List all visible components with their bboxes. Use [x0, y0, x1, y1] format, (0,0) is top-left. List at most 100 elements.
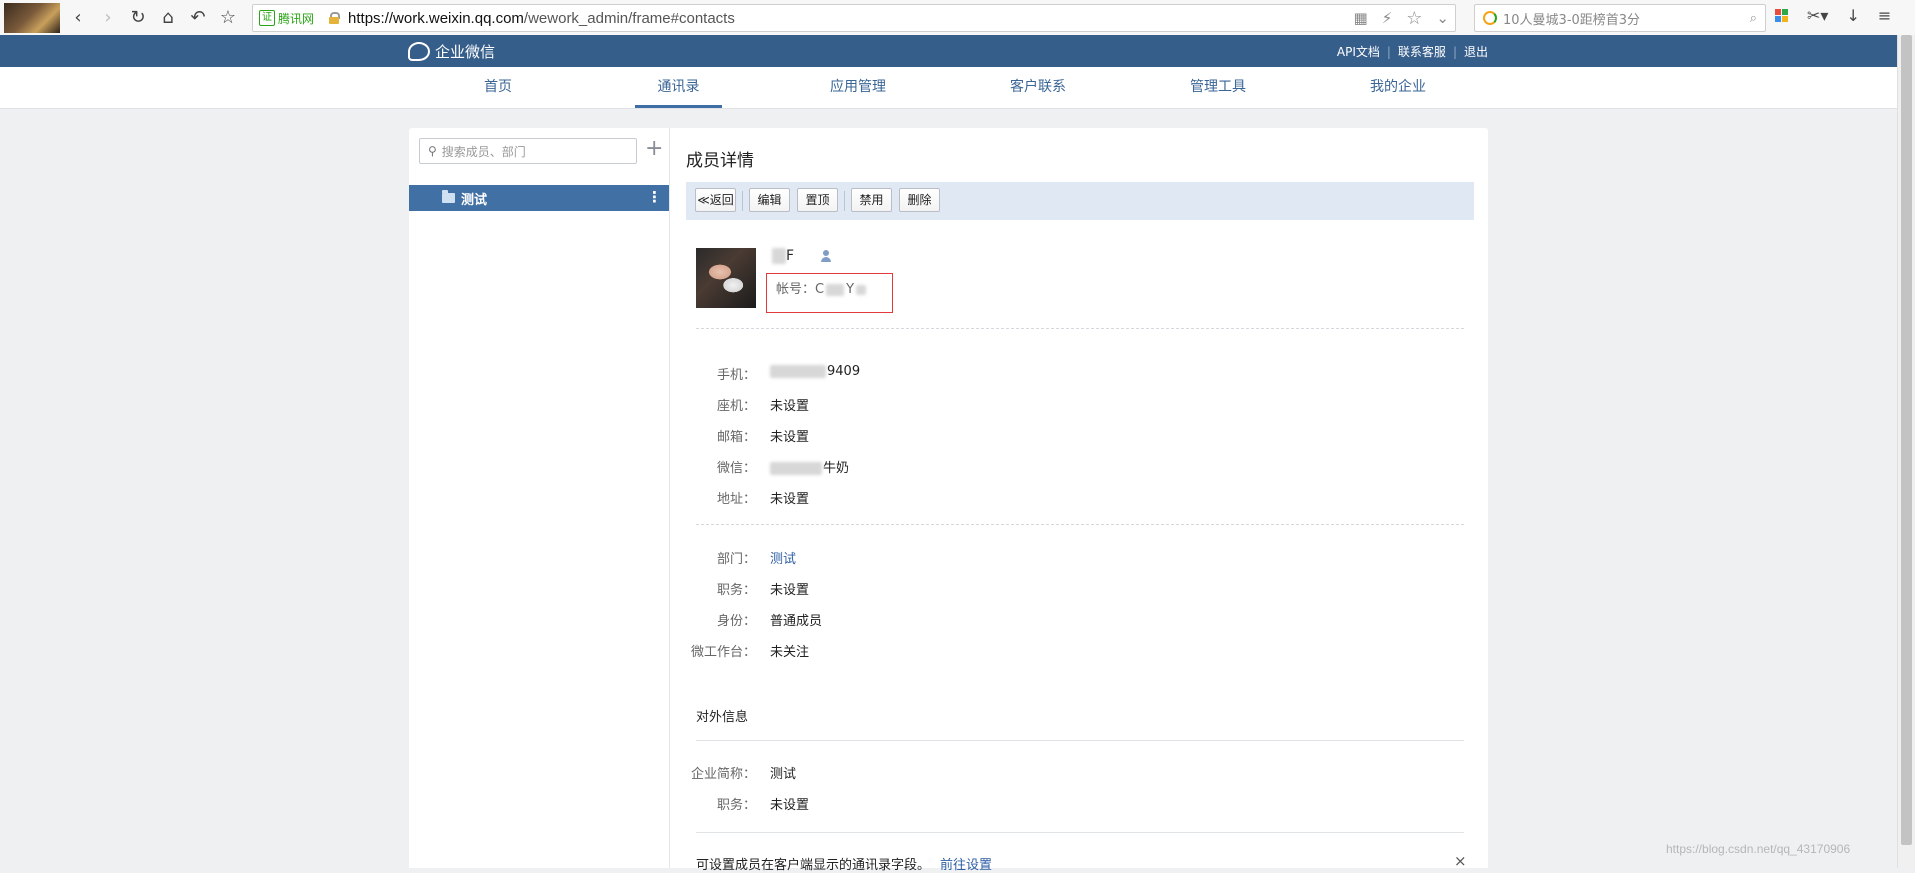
back-button[interactable]: ≪返回 [695, 188, 736, 212]
watermark: https://blog.csdn.net/qq_43170906 [1666, 842, 1851, 856]
account-field: 帐号：C Y [776, 278, 867, 297]
delete-button[interactable]: 删除 [899, 188, 940, 212]
browser-search-text: 10人曼城3-0距榜首3分 [1503, 12, 1641, 28]
department-link[interactable]: 测试 [770, 548, 796, 567]
dropdown-chevron-icon[interactable]: ⌄ [1436, 9, 1449, 27]
landline-value: 未设置 [770, 399, 810, 414]
phone-visible: 9409 [827, 364, 861, 379]
logo-text: 企业微信 [435, 43, 496, 61]
blurred-wechat [770, 462, 822, 475]
department-label: 部门： [716, 552, 756, 567]
api-docs-link[interactable]: API文档 [1337, 43, 1380, 60]
role-field: 身份： 普通成员 [686, 610, 1386, 630]
reload-icon[interactable]: ↻ [126, 6, 150, 30]
address-bar[interactable]: 证 腾讯网 https://work.weixin.qq.com/wework_… [252, 4, 1456, 32]
email-field: 邮箱： 未设置 [686, 426, 1386, 446]
url-path: /wework_admin/frame#contacts [523, 9, 735, 27]
blurred-name [772, 248, 786, 264]
landline-label: 座机： [716, 399, 756, 414]
settings-tip: 可设置成员在客户端显示的通讯录字段。 前往设置 [696, 854, 992, 873]
download-icon[interactable]: ↓ [1846, 6, 1859, 25]
nav-home[interactable]: 首页 [468, 67, 528, 108]
top-bar: 企业微信 API文档 | 联系客服 | 退出 [0, 35, 1897, 67]
browser-right-tools: ✂▾ ↓ ≡ [1775, 6, 1891, 25]
search-icon: ⚲ [428, 144, 437, 158]
more-options-icon[interactable]: ⋮ [647, 188, 662, 206]
divider [742, 191, 743, 211]
company-short-name-label: 企业简称： [690, 767, 756, 782]
add-button[interactable]: + [645, 137, 663, 161]
nav-contacts[interactable]: 通讯录 [635, 67, 722, 108]
workbench-value: 未关注 [770, 645, 810, 660]
workbench-field: 微工作台： 未关注 [686, 641, 1386, 661]
apps-grid-icon[interactable] [1775, 8, 1789, 23]
action-toolbar: ≪返回 编辑 置顶 禁用 删除 [686, 182, 1474, 220]
phone-value: 9409 [770, 364, 860, 379]
wework-logo-icon [408, 42, 430, 61]
member-search-input[interactable]: ⚲ 搜索成员、部门 [419, 138, 637, 164]
scissors-icon[interactable]: ✂▾ [1807, 6, 1828, 25]
edit-button[interactable]: 编辑 [749, 188, 790, 212]
scrollbar-thumb[interactable] [1901, 35, 1912, 845]
qr-code-icon[interactable]: ▦ [1354, 9, 1368, 27]
account-prefix: 帐号： [776, 282, 816, 297]
certificate-badge[interactable]: 证 腾讯网 [259, 10, 314, 27]
company-short-name-value: 测试 [770, 767, 797, 782]
back-arrow-icon[interactable]: ‹ [66, 6, 90, 30]
url-text[interactable]: https://work.weixin.qq.com/wework_admin/… [348, 10, 735, 27]
blurred-phone [770, 365, 826, 378]
search-icon[interactable]: ⌕ [1750, 11, 1757, 26]
wechat-visible: 牛奶 [823, 461, 850, 476]
lightning-icon[interactable]: ⚡ [1382, 9, 1393, 27]
divider [696, 740, 1464, 741]
bookmark-star-icon[interactable]: ☆ [216, 6, 240, 30]
nav-apps[interactable]: 应用管理 [818, 67, 898, 108]
phone-field: 手机： 9409 [686, 364, 1386, 384]
address-tools: ▦ ⚡ ☆ ⌄ [1354, 5, 1449, 31]
divider [696, 328, 1464, 329]
divider [696, 524, 1464, 525]
logout-link[interactable]: 退出 [1464, 43, 1488, 60]
position-field: 职务： 未设置 [686, 579, 1386, 599]
certificate-label: 腾讯网 [278, 11, 315, 26]
home-icon[interactable]: ⌂ [156, 6, 180, 30]
go-settings-link[interactable]: 前往设置 [940, 858, 992, 873]
position-value: 未设置 [770, 583, 810, 598]
address-label: 地址： [716, 492, 756, 507]
browser-search-box[interactable]: 10人曼城3-0距榜首3分 ⌕ [1474, 4, 1766, 32]
favorite-star-icon[interactable]: ☆ [1406, 8, 1422, 29]
pin-button[interactable]: 置顶 [797, 188, 838, 212]
email-label: 邮箱： [716, 430, 756, 445]
wechat-value: 牛奶 [770, 457, 849, 476]
lock-icon [328, 12, 341, 24]
url-host: https://work.weixin.qq.com [348, 9, 524, 27]
forward-arrow-icon[interactable]: › [96, 6, 120, 30]
blurred-account [826, 283, 845, 296]
account-visible-1: C [815, 282, 825, 297]
contact-support-link[interactable]: 联系客服 [1398, 43, 1446, 60]
main-nav: 首页 通讯录 应用管理 客户联系 管理工具 我的企业 [0, 67, 1897, 109]
external-position-value: 未设置 [770, 798, 810, 813]
nav-my-company[interactable]: 我的企业 [1358, 67, 1438, 108]
disable-button[interactable]: 禁用 [851, 188, 892, 212]
member-name: F [772, 248, 794, 264]
divider [696, 832, 1464, 833]
member-name-visible: F [786, 248, 795, 264]
workbench-label: 微工作台： [690, 645, 756, 660]
department-item[interactable]: 测试 ⋮ [409, 185, 669, 211]
org-sidebar: ⚲ 搜索成员、部门 + 测试 ⋮ [409, 128, 670, 868]
nav-tools[interactable]: 管理工具 [1178, 67, 1258, 108]
undo-icon[interactable]: ↶ [186, 6, 210, 30]
top-links: API文档 | 联系客服 | 退出 [1337, 43, 1488, 60]
page-scrollbar[interactable] [1897, 35, 1915, 868]
browser-profile-avatar[interactable] [4, 2, 60, 33]
close-icon[interactable]: × [1454, 852, 1467, 870]
department-name: 测试 [461, 192, 488, 208]
role-value: 普通成员 [770, 614, 823, 629]
logo[interactable]: 企业微信 [408, 41, 495, 62]
phone-label: 手机： [716, 368, 756, 383]
menu-icon[interactable]: ≡ [1878, 6, 1891, 25]
nav-customers[interactable]: 客户联系 [998, 67, 1078, 108]
avatar [696, 248, 756, 308]
wechat-label: 微信： [716, 461, 756, 476]
